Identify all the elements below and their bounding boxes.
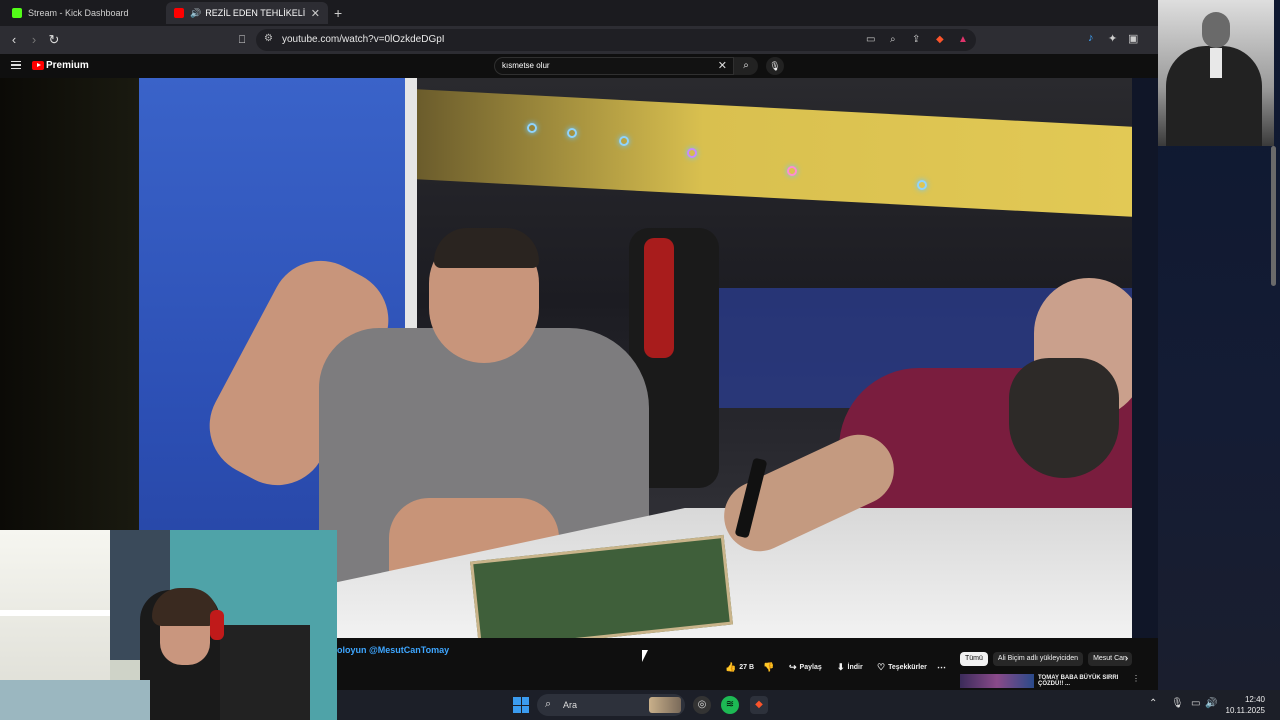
download-button[interactable]: ⬇ İndir (837, 660, 863, 674)
portrait-photo (1158, 0, 1274, 146)
more-icon: ⋯ (937, 661, 946, 672)
audio-icon[interactable]: ♪ (1088, 32, 1094, 44)
chip-uploader[interactable]: Ali Biçim adlı yükleyiciden (992, 652, 1084, 666)
clear-search-icon[interactable]: ✕ (718, 59, 727, 72)
thanks-icon: ♡ (877, 661, 886, 672)
microphone-icon[interactable]: 🎙 (1171, 698, 1184, 709)
video-person-hair (434, 228, 539, 268)
headset-light (787, 166, 797, 176)
webcam-shelf (0, 610, 110, 616)
thumbs-down-icon: 👎 (763, 661, 775, 672)
taskbar-clock[interactable]: 12:40 10.11.2025 (1225, 694, 1265, 716)
webcam-desk (0, 680, 150, 720)
extensions-icon[interactable]: ✦ (1108, 32, 1117, 45)
network-icon[interactable]: ▭ (1191, 698, 1200, 709)
bookmark-icon[interactable]: ⎕ (234, 32, 250, 48)
chevron-right-icon[interactable]: › (1125, 653, 1128, 664)
clock-date: 10.11.2025 (1225, 706, 1265, 715)
clock-time: 12:40 (1244, 695, 1265, 704)
share-icon: ↪ (789, 661, 797, 672)
new-tab-button[interactable]: + (334, 5, 342, 21)
tab-kick-dashboard[interactable]: Stream - Kick Dashboard (4, 2, 164, 24)
premium-label: Premium (46, 60, 89, 71)
thanks-button[interactable]: ♡ Teşekkürler (877, 660, 927, 674)
close-tab-icon[interactable]: ✕ (311, 7, 320, 20)
search-query: kısmetse olur (502, 61, 550, 70)
thumbs-up-icon: 👍 (725, 661, 737, 672)
share-label: Paylaş (799, 663, 822, 671)
share-icon[interactable]: ⇪ (912, 34, 920, 45)
forward-button[interactable]: › (26, 32, 42, 48)
url-text: youtube.com/watch?v=0lOzkdeDGpI (282, 34, 445, 45)
windows-taskbar: ⌕ Ara ◎ ≋ ◆ ⌃ 🎙 ▭ 🔊 12:40 10.11.2025 (337, 690, 1280, 720)
taskbar-search[interactable]: ⌕ Ara (537, 694, 685, 716)
recommendation-chips: Tümü Ali Biçim adlı yükleyiciden Mesut C… (960, 652, 1137, 666)
webcam-headset (210, 610, 224, 640)
download-label: İndir (847, 663, 863, 671)
zoom-icon[interactable]: ⌕ (890, 34, 896, 45)
volume-icon[interactable]: 🔊 (1205, 698, 1217, 709)
thanks-label: Teşekkürler (888, 663, 927, 671)
headset-light (917, 180, 927, 190)
back-button[interactable]: ‹ (6, 32, 22, 48)
mouse-cursor (642, 650, 648, 662)
like-button[interactable]: 👍 27 B (725, 660, 754, 674)
brave-rewards-icon[interactable]: ▲ (958, 34, 968, 45)
windows-start-icon[interactable] (513, 697, 529, 713)
brave-shields-icon[interactable]: ◆ (936, 34, 944, 45)
audio-playing-icon[interactable]: 🔊 (190, 8, 201, 19)
chip-all[interactable]: Tümü (960, 652, 988, 666)
recommended-video[interactable]: TOMAY BABA BÜYÜK SIRRI ÇÖZDÜ!! ... ⋮ (960, 674, 1158, 690)
video-person2-beard (1009, 358, 1119, 478)
cast-icon[interactable]: ▭ (866, 34, 875, 45)
headset-light (527, 123, 537, 133)
kick-icon (12, 8, 22, 18)
recommended-thumbnail (960, 674, 1034, 688)
spotify-icon[interactable]: ≋ (721, 696, 739, 714)
search-input[interactable]: kısmetse olur ✕ (494, 57, 734, 75)
download-icon: ⬇ (837, 661, 845, 672)
more-vert-icon[interactable]: ⋮ (1132, 674, 1140, 683)
tab-youtube-video[interactable]: 🔊 REZİL EDEN TEHLİKELİ MASAJ ✕ (166, 2, 328, 24)
recommended-title: TOMAY BABA BÜYÜK SIRRI ÇÖZDÜ!! ... (1038, 675, 1119, 687)
youtube-play-icon (32, 61, 44, 70)
address-bar[interactable]: ⚙ youtube.com/watch?v=0lOzkdeDGpI ▭ ⌕ ⇪ … (256, 29, 976, 51)
search-button[interactable]: ⌕ (734, 57, 758, 75)
youtube-logo[interactable]: Premium (32, 60, 89, 71)
tab-title: Stream - Kick Dashboard (28, 8, 129, 18)
webcam-overlay (0, 530, 337, 720)
browser-toolbar: ‹ › ↻ ⎕ ⚙ youtube.com/watch?v=0lOzkdeDGp… (0, 26, 1158, 54)
channel-mention-link[interactable]: oloyun @MesutCanTomay (337, 645, 449, 655)
ambient-right (1132, 78, 1158, 638)
tray-chevron-icon[interactable]: ⌃ (1149, 698, 1157, 709)
page-scrollbar[interactable] (1271, 146, 1276, 286)
menu-icon[interactable] (11, 61, 21, 69)
search-highlight-image (649, 697, 681, 713)
more-actions-button[interactable]: ⋯ (937, 660, 949, 674)
site-settings-icon[interactable]: ⚙ (264, 33, 273, 44)
share-button[interactable]: ↪ Paylaş (789, 660, 822, 674)
browser-tab-strip: Stream - Kick Dashboard 🔊 REZİL EDEN TEH… (0, 0, 1158, 26)
brave-icon[interactable]: ◆ (750, 696, 768, 714)
webcam-chair (220, 625, 310, 720)
headset-light (619, 136, 629, 146)
search-icon: ⌕ (545, 698, 552, 710)
tab-title: REZİL EDEN TEHLİKELİ MASAJ (205, 8, 307, 18)
portrait-shirt (1210, 48, 1222, 78)
obs-icon[interactable]: ◎ (693, 696, 711, 714)
like-count: 27 B (739, 663, 755, 671)
portrait-face (1202, 12, 1230, 48)
wallet-icon[interactable]: ▣ (1128, 32, 1138, 45)
video-scene-chair-accent (644, 238, 674, 358)
voice-search-icon[interactable]: 🎙 (766, 57, 784, 75)
headset-light (687, 148, 697, 158)
youtube-header: Premium kısmetse olur ✕ ⌕ 🎙 (0, 54, 1158, 78)
taskbar-search-label: Ara (563, 700, 578, 710)
youtube-icon (174, 8, 184, 18)
headset-light (567, 128, 577, 138)
dislike-button[interactable]: 👎 (763, 660, 777, 674)
reload-button[interactable]: ↻ (46, 32, 62, 48)
